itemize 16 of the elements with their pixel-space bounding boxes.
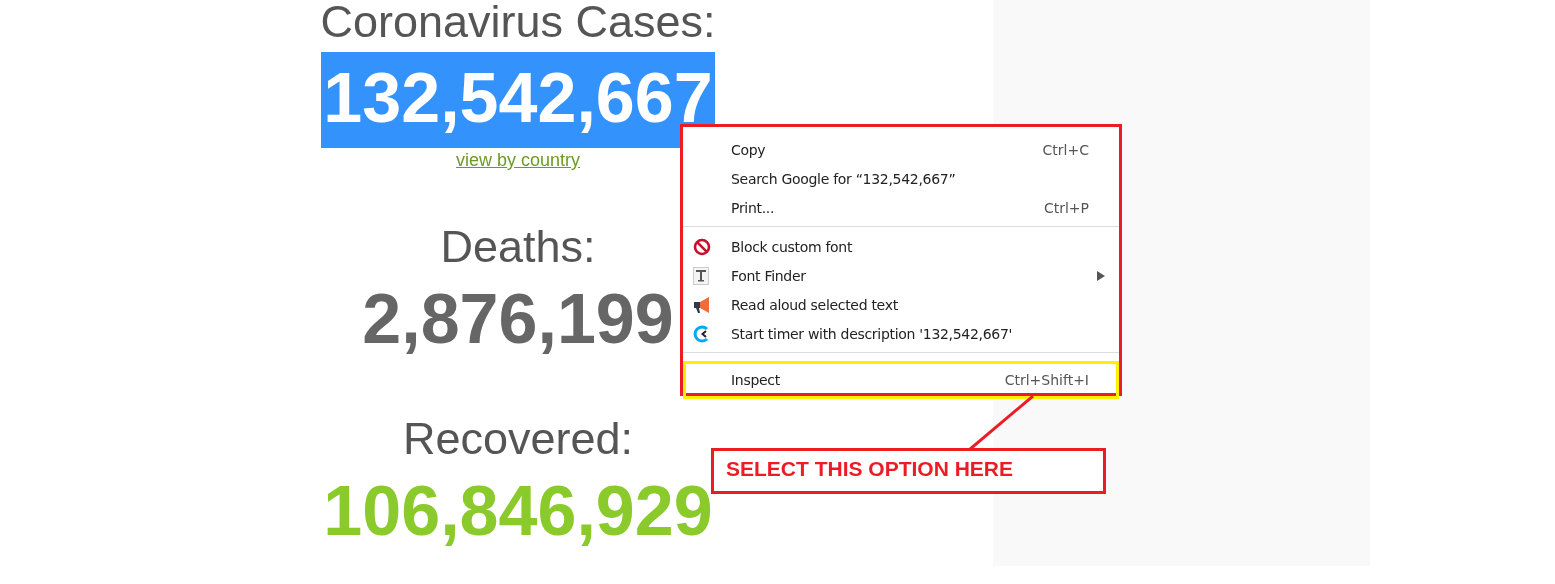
stat-heading: Deaths: [440,220,596,274]
stat-heading: Recovered: [402,412,634,466]
stat-number: 132,542,667 [321,52,715,148]
menu-item[interactable]: Search Google for “132,542,667” [683,164,1119,193]
stat-number: 106,846,929 [322,471,714,552]
menu-item[interactable]: Inspect Ctrl+Shift+I [683,361,1119,399]
stat-heading: Coronavirus Cases: [320,0,716,49]
menu-item[interactable]: Block custom font [683,232,1119,261]
menu-item[interactable]: Font Finder [683,261,1119,290]
menu-item[interactable]: Start timer with description '132,542,667' [683,319,1119,348]
menu-item[interactable]: Print... Ctrl+P [683,193,1119,222]
block-icon [693,237,711,256]
stat-number: 2,876,199 [361,279,675,360]
menu-item[interactable]: Read aloud selected text [683,290,1119,319]
callout-label: SELECT THIS OPTION HERE [711,448,1106,494]
font-icon [693,266,709,285]
